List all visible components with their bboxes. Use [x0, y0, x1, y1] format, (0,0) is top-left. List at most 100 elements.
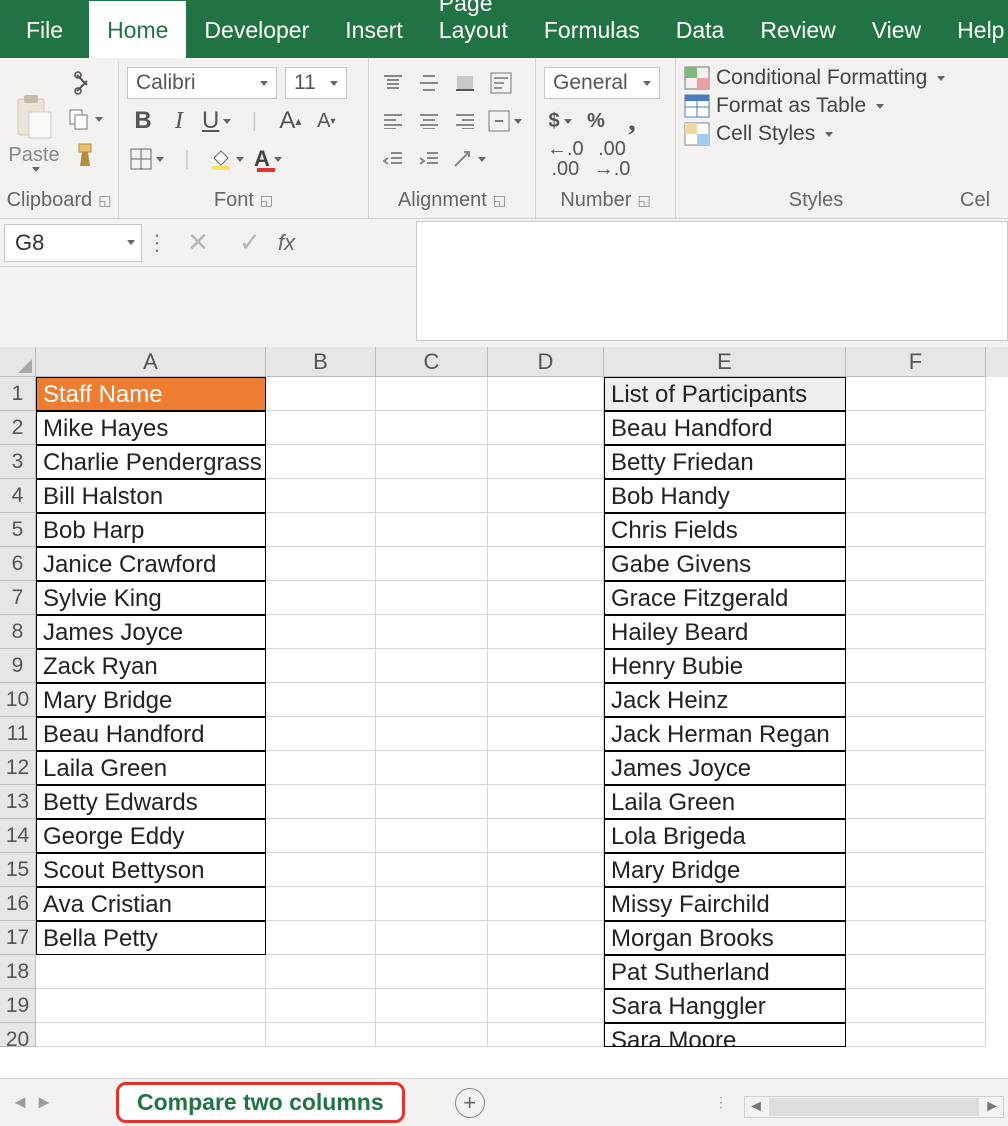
row-header[interactable]: 16 — [0, 887, 36, 921]
cell[interactable] — [376, 547, 488, 581]
row-header[interactable]: 2 — [0, 411, 36, 445]
fx-handle-icon[interactable]: ⋮ — [142, 223, 172, 263]
column-header[interactable]: E — [604, 347, 846, 377]
enter-formula-button[interactable]: ✓ — [224, 223, 276, 263]
cell[interactable] — [376, 887, 488, 921]
row-header[interactable]: 3 — [0, 445, 36, 479]
cell[interactable] — [266, 513, 376, 547]
cell[interactable]: Bob Handy — [604, 479, 846, 513]
cell[interactable]: Scout Bettyson — [36, 853, 266, 887]
comma-button[interactable]: , — [616, 104, 648, 138]
row-header[interactable]: 11 — [0, 717, 36, 751]
cell[interactable]: Morgan Brooks — [604, 921, 846, 955]
cell[interactable]: George Eddy — [36, 819, 266, 853]
cell[interactable] — [36, 1023, 266, 1047]
align-right-button[interactable] — [449, 104, 481, 138]
cell[interactable]: Sylvie King — [36, 581, 266, 615]
sheet-tab-active[interactable]: Compare two columns — [116, 1082, 405, 1123]
cell[interactable] — [266, 411, 376, 445]
cell[interactable] — [376, 649, 488, 683]
cell[interactable] — [488, 615, 604, 649]
cell[interactable] — [36, 989, 266, 1023]
cell[interactable] — [376, 989, 488, 1023]
cell[interactable] — [488, 581, 604, 615]
percent-button[interactable]: % — [580, 104, 612, 138]
cell[interactable] — [846, 445, 986, 479]
font-color-button[interactable]: A — [251, 142, 285, 176]
column-header[interactable]: B — [266, 347, 376, 377]
formula-input[interactable] — [416, 221, 1008, 341]
cell[interactable] — [266, 615, 376, 649]
hscroll-thumb[interactable] — [769, 1098, 979, 1116]
cell[interactable] — [266, 649, 376, 683]
cell[interactable] — [266, 683, 376, 717]
cell[interactable]: James Joyce — [36, 615, 266, 649]
cell[interactable] — [846, 751, 986, 785]
cut-button[interactable] — [64, 66, 106, 100]
cell[interactable] — [266, 853, 376, 887]
wrap-text-button[interactable] — [485, 66, 517, 100]
tab-data[interactable]: Data — [658, 1, 743, 58]
hscroll-left[interactable]: ◄ — [745, 1097, 767, 1117]
align-middle-button[interactable] — [413, 66, 445, 100]
fill-color-button[interactable] — [207, 142, 247, 176]
cell[interactable]: Charlie Pendergrass — [36, 445, 266, 479]
tab-home[interactable]: Home — [89, 1, 186, 58]
cell[interactable] — [488, 683, 604, 717]
cell[interactable]: James Joyce — [604, 751, 846, 785]
cell[interactable] — [376, 479, 488, 513]
cell[interactable] — [488, 445, 604, 479]
cell[interactable] — [846, 717, 986, 751]
dialog-launcher-icon[interactable]: ◱ — [260, 192, 273, 209]
cell[interactable] — [488, 819, 604, 853]
row-header[interactable]: 20 — [0, 1023, 36, 1047]
row-header[interactable]: 12 — [0, 751, 36, 785]
cell[interactable]: Mike Hayes — [36, 411, 266, 445]
tab-developer[interactable]: Developer — [186, 1, 327, 58]
cell[interactable]: Beau Handford — [604, 411, 846, 445]
cell[interactable] — [846, 819, 986, 853]
cell[interactable]: Sara Moore — [604, 1023, 846, 1047]
row-header[interactable]: 18 — [0, 955, 36, 989]
cell[interactable]: Grace Fitzgerald — [604, 581, 846, 615]
align-bottom-button[interactable] — [449, 66, 481, 100]
select-all-corner[interactable] — [0, 347, 36, 377]
cell[interactable] — [376, 377, 488, 411]
cell[interactable] — [846, 649, 986, 683]
cell[interactable] — [488, 887, 604, 921]
cell[interactable] — [488, 717, 604, 751]
paste-button[interactable]: Paste — [8, 64, 60, 174]
increase-decimal-button[interactable]: ←.0.00 — [544, 142, 587, 176]
decrease-decimal-button[interactable]: .00→.0 — [591, 142, 634, 176]
cell[interactable] — [846, 955, 986, 989]
cell[interactable] — [846, 1023, 986, 1047]
name-box[interactable]: G8 — [4, 224, 142, 262]
cell[interactable] — [266, 887, 376, 921]
cell[interactable] — [376, 819, 488, 853]
fx-label[interactable]: fx — [278, 230, 295, 256]
currency-button[interactable]: $ — [544, 104, 576, 138]
conditional-formatting-button[interactable]: Conditional Formatting — [684, 64, 948, 92]
cell[interactable] — [846, 785, 986, 819]
cell[interactable] — [36, 955, 266, 989]
tab-formulas[interactable]: Formulas — [526, 1, 658, 58]
row-header[interactable]: 5 — [0, 513, 36, 547]
cell[interactable] — [376, 411, 488, 445]
cell[interactable] — [488, 411, 604, 445]
cell[interactable] — [376, 717, 488, 751]
dialog-launcher-icon[interactable]: ◱ — [98, 192, 111, 209]
cell[interactable]: Hailey Beard — [604, 615, 846, 649]
cell[interactable] — [376, 751, 488, 785]
cell[interactable] — [488, 989, 604, 1023]
cell[interactable] — [846, 513, 986, 547]
cell[interactable]: Mary Bridge — [604, 853, 846, 887]
cell[interactable] — [376, 921, 488, 955]
cell[interactable] — [488, 479, 604, 513]
row-header[interactable]: 13 — [0, 785, 36, 819]
row-header[interactable]: 6 — [0, 547, 36, 581]
cell[interactable]: Bella Petty — [36, 921, 266, 955]
cell[interactable]: Chris Fields — [604, 513, 846, 547]
tab-help[interactable]: Help — [939, 1, 1008, 58]
cell[interactable]: Lola Brigeda — [604, 819, 846, 853]
cell[interactable] — [846, 853, 986, 887]
